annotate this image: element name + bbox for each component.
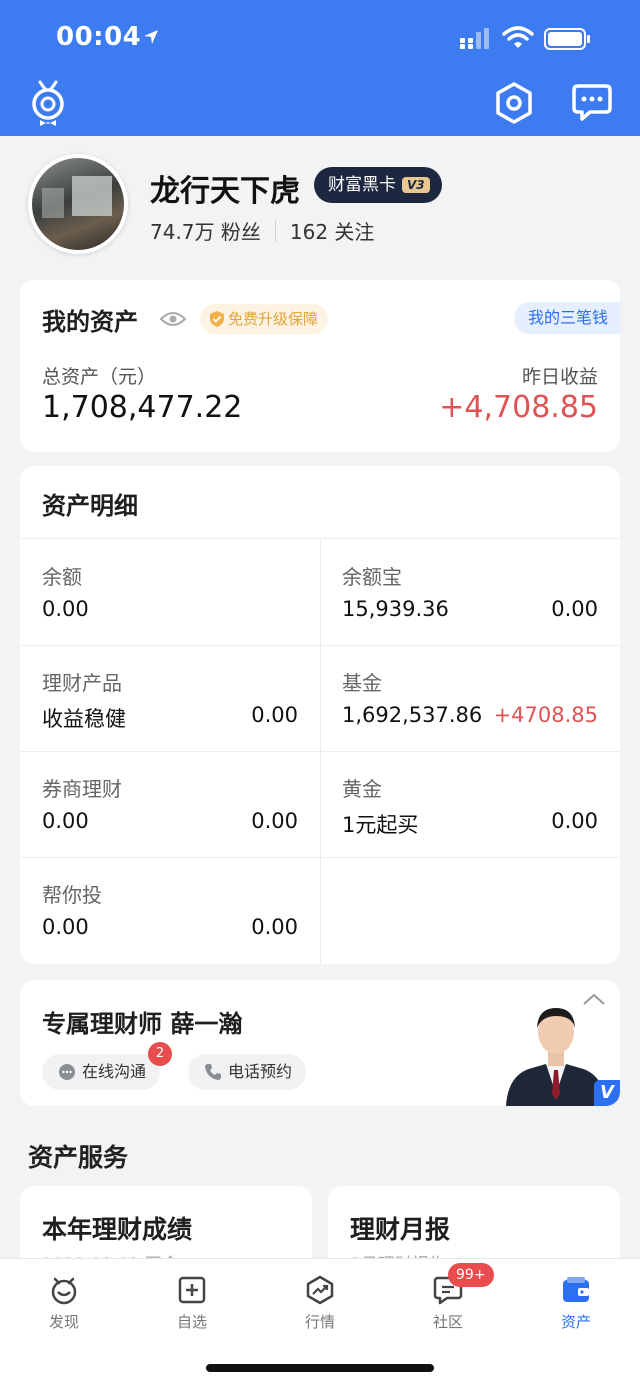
home-indicator[interactable] (206, 1364, 434, 1372)
tab-label: 自选 (176, 1313, 207, 1331)
asset-amount: 收益稳健 (42, 707, 126, 731)
follow-stats: 74.7万 粉丝 162 关注 (150, 216, 374, 245)
avatar-photo (32, 158, 124, 250)
asset-amount: 15,939.36 (342, 597, 449, 621)
profile-section: 龙行天下虎 财富黑卡 V3 74.7万 粉丝 162 关注 (0, 136, 640, 276)
asset-label: 黄金 (342, 777, 382, 801)
wifi-icon (502, 26, 534, 48)
tab-label: 行情 (304, 1313, 335, 1331)
asset-detail-title: 资产明细 (42, 492, 138, 520)
advisor-card[interactable]: 专属理财师 薛一瀚 在线沟通 2 电话预约 V (20, 980, 620, 1106)
yesterday-earnings-label: 昨日收益 (521, 366, 598, 388)
service-title: 本年理财成绩 (42, 1215, 193, 1244)
asset-earnings: +4708.85 (493, 703, 598, 727)
advisor-title: 专属理财师 薛一瀚 (42, 1010, 243, 1038)
tab-assets[interactable]: 资产 (512, 1259, 640, 1339)
level-badge: V3 (402, 177, 430, 193)
asset-cell-wealth-products[interactable]: 理财产品 收益稳健 0.00 (20, 645, 320, 751)
asset-label: 理财产品 (42, 671, 122, 695)
asset-detail-grid: 余额 0.00 余额宝 15,939.36 0.00 理财产品 收益稳健 0.0… (20, 538, 620, 964)
phone-appointment-label: 电话预约 (228, 1062, 293, 1081)
asset-cell-balance[interactable]: 余额 0.00 (20, 539, 320, 645)
asset-earnings: 0.00 (251, 809, 298, 833)
total-assets-label: 总资产（元） (42, 366, 157, 388)
total-assets-value: 1,708,477.22 (42, 390, 243, 425)
tab-label: 发现 (48, 1313, 79, 1331)
eye-toggle-icon[interactable] (160, 310, 186, 328)
wealth-card-badge[interactable]: 财富黑卡 V3 (314, 167, 442, 203)
mascot-logo-icon[interactable] (28, 80, 68, 126)
message-icon[interactable] (572, 84, 612, 122)
cellular-signal-icon (460, 28, 489, 49)
location-arrow-icon (144, 30, 158, 44)
asset-cell-invest-for-you[interactable]: 帮你投 0.00 0.00 (20, 857, 320, 963)
community-badge: 99+ (448, 1263, 494, 1287)
asset-label: 帮你投 (42, 883, 102, 907)
phone-appointment-button[interactable]: 电话预约 (188, 1054, 307, 1090)
tab-discover[interactable]: 发现 (0, 1259, 128, 1339)
verified-badge: V (594, 1080, 620, 1106)
wealth-card-label: 财富黑卡 (328, 175, 396, 195)
online-chat-button[interactable]: 在线沟通 (42, 1054, 161, 1090)
phone-icon (205, 1064, 221, 1080)
asset-amount: 0.00 (42, 809, 89, 833)
asset-label: 余额 (42, 565, 82, 589)
my-assets-card[interactable]: 我的资产 免费升级保障 我的三笔钱 总资产（元） 1,708,477.22 昨日… (20, 280, 620, 452)
asset-label: 券商理财 (42, 777, 122, 801)
assets-title: 我的资产 (42, 308, 138, 336)
discover-icon (51, 1277, 77, 1305)
tab-label: 社区 (432, 1313, 463, 1331)
asset-cell-funds[interactable]: 基金 1,692,537.86 +4708.85 (320, 645, 620, 751)
avatar[interactable] (28, 154, 128, 254)
tab-market[interactable]: 行情 (256, 1259, 384, 1339)
asset-label: 基金 (342, 671, 382, 695)
asset-earnings: 0.00 (551, 597, 598, 621)
unread-badge: 2 (148, 1042, 172, 1066)
asset-services-title: 资产服务 (28, 1143, 129, 1172)
guarantee-label: 免费升级保障 (228, 310, 319, 328)
yesterday-earnings-value: +4,708.85 (439, 390, 598, 425)
asset-earnings: 0.00 (551, 809, 598, 833)
add-square-icon (178, 1276, 206, 1304)
fans-count[interactable]: 74.7万 粉丝 (150, 216, 261, 245)
asset-earnings: 0.00 (251, 703, 298, 727)
follows-count[interactable]: 162 关注 (290, 216, 375, 245)
top-bar: 00:04 (0, 0, 640, 136)
market-trend-icon (306, 1275, 334, 1305)
stats-divider (274, 219, 276, 242)
wallet-icon (563, 1277, 589, 1302)
username[interactable]: 龙行天下虎 (150, 166, 300, 210)
asset-amount: 0.00 (42, 597, 89, 621)
guarantee-tag[interactable]: 免费升级保障 (200, 304, 329, 334)
asset-amount: 0.00 (42, 915, 89, 939)
asset-amount: 1,692,537.86 (342, 703, 483, 727)
online-chat-label: 在线沟通 (82, 1062, 147, 1081)
chat-bubble-icon (59, 1064, 75, 1080)
asset-amount: 1元起买 (342, 813, 419, 837)
tab-label: 资产 (560, 1313, 591, 1331)
asset-label: 余额宝 (342, 565, 402, 589)
asset-earnings: 0.00 (251, 915, 298, 939)
asset-cell-gold[interactable]: 黄金 1元起买 0.00 (320, 751, 620, 857)
status-time: 00:04 (56, 22, 142, 52)
status-bar: 00:04 (0, 22, 640, 58)
three-funds-button[interactable]: 我的三笔钱 (513, 302, 620, 334)
shield-check-icon (210, 311, 224, 327)
advisor-portrait (506, 1008, 606, 1106)
asset-cell-yuebao[interactable]: 余额宝 15,939.36 0.00 (320, 539, 620, 645)
hexagon-settings-icon[interactable] (494, 82, 534, 124)
service-title: 理财月报 (350, 1215, 451, 1244)
tab-watchlist[interactable]: 自选 (128, 1259, 256, 1339)
asset-detail-card: 资产明细 余额 0.00 余额宝 15,939.36 0.00 理财产品 收益稳… (20, 466, 620, 964)
asset-cell-broker-wealth[interactable]: 券商理财 0.00 0.00 (20, 751, 320, 857)
battery-icon (544, 28, 590, 50)
tab-community[interactable]: 社区 99+ (384, 1259, 512, 1339)
